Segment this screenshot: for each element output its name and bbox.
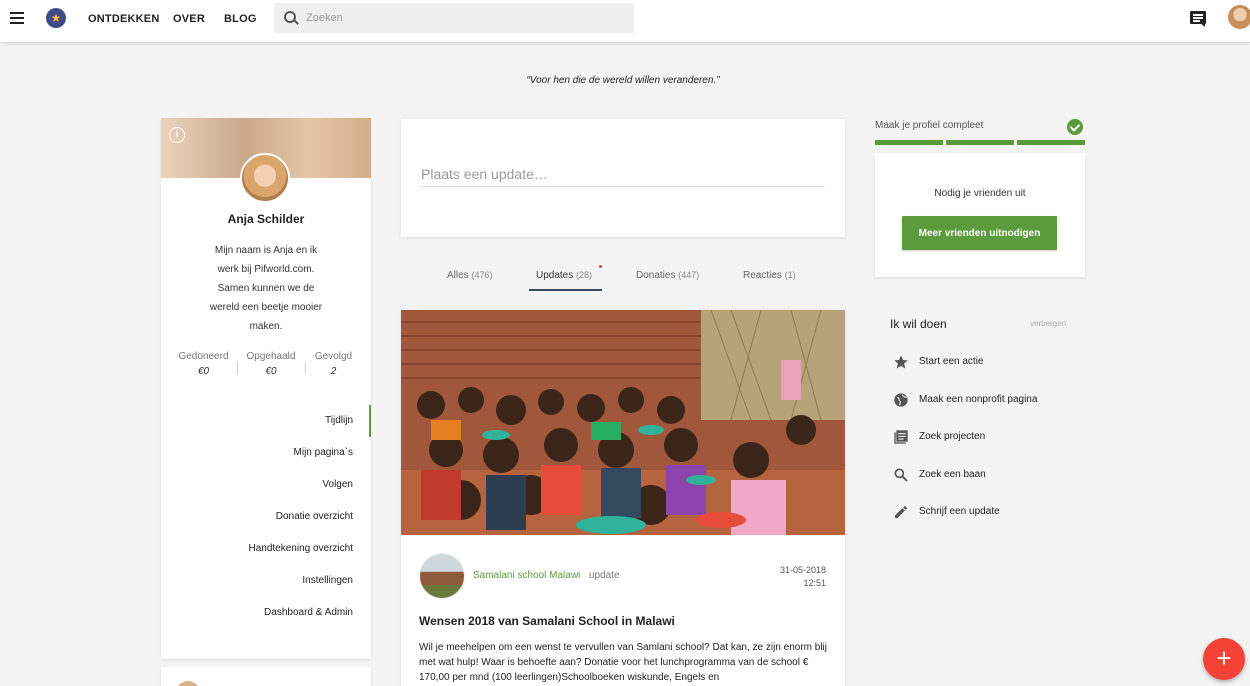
action-zoek-baan[interactable]: Zoek een baan — [890, 463, 1085, 487]
globe-icon — [894, 393, 908, 407]
post-date: 31-05-2018 — [779, 565, 826, 575]
pencil-icon — [895, 506, 907, 518]
invite-friends-button[interactable]: Meer vrienden uitnodigen — [902, 216, 1057, 250]
stat-value: 2 — [330, 366, 337, 377]
stat-raised: Opgehaald €0 — [243, 351, 299, 377]
menu-item-dashboard-admin[interactable]: Dashboard & Admin — [161, 597, 371, 629]
action-label: Start een actie — [919, 356, 984, 367]
menu-item-instellingen[interactable]: Instellingen — [161, 565, 371, 597]
tab-alles[interactable]: Alles (476) — [447, 270, 492, 281]
update-composer — [401, 119, 845, 237]
stat-divider — [305, 362, 306, 374]
post-body: Wil je meehelpen om een wenst te vervull… — [419, 642, 827, 683]
post-title[interactable]: Wensen 2018 van Samalani School in Malaw… — [419, 614, 675, 628]
profile-bio: Mijn naam is Anja en ik werk bij Pifworl… — [209, 245, 323, 332]
stat-divider — [237, 362, 238, 374]
tab-label: Alles — [447, 270, 469, 281]
nav-ontdekken[interactable]: ONTDEKKEN — [88, 13, 159, 25]
tab-count: (28) — [576, 270, 593, 280]
search-bar — [274, 3, 634, 33]
actions-title: Ik wil doen — [890, 317, 947, 331]
tab-count: (1) — [784, 270, 796, 280]
profile-menu: Tijdlijn Mijn pagina`s Volgen Donatie ov… — [161, 405, 371, 629]
action-label: Zoek projecten — [919, 431, 986, 442]
tab-reacties[interactable]: Reacties (1) — [743, 270, 796, 281]
secondary-card — [161, 667, 371, 686]
stat-label: Opgehaald — [246, 351, 296, 362]
messages-icon[interactable] — [1190, 11, 1206, 27]
profile-completion-label: Maak je profiel compleet — [875, 120, 984, 131]
info-icon[interactable]: i — [169, 127, 185, 143]
profile-card: i Anja Schilder Mijn naam is Anja en ik … — [161, 118, 371, 659]
search-icon — [894, 468, 908, 482]
progress-segment — [1017, 140, 1085, 145]
action-zoek-projecten[interactable]: Zoek projecten — [890, 425, 1085, 449]
action-schrijf-update[interactable]: Schrijf een update — [890, 500, 1085, 524]
action-label: Zoek een baan — [919, 469, 986, 480]
invite-text: Nodig je vrienden uit — [934, 188, 1026, 199]
post-time: 12:51 — [803, 578, 826, 588]
action-label: Maak een nonprofit pagina — [919, 394, 1038, 405]
tab-count: (476) — [471, 270, 493, 280]
stat-value: €0 — [265, 366, 277, 377]
list-icon — [894, 430, 908, 444]
menu-item-volgen[interactable]: Volgen — [161, 469, 371, 501]
active-tab-indicator — [529, 289, 602, 291]
action-start-actie[interactable]: Start een actie — [890, 350, 1085, 374]
action-nonprofit-pagina[interactable]: Maak een nonprofit pagina — [890, 388, 1085, 412]
stat-value: €0 — [197, 366, 210, 377]
invite-card: Nodig je vrienden uit Meer vrienden uitn… — [875, 153, 1085, 277]
tab-count: (447) — [678, 270, 700, 280]
tab-label: Updates — [536, 270, 574, 281]
tab-label: Reacties — [743, 270, 782, 281]
post-org-link[interactable]: Samalani school Malawi — [473, 570, 580, 581]
profile-stats: Gedoneerd €0 Opgehaald €0 Gevolgd 2 — [171, 351, 361, 381]
check-circle-icon — [1067, 119, 1083, 135]
avatar — [176, 681, 200, 686]
menu-item-handtekening-overzicht[interactable]: Handtekening overzicht — [161, 533, 371, 565]
stat-followed: Gevolgd 2 — [311, 351, 356, 377]
add-button[interactable]: + — [1203, 638, 1245, 680]
menu-item-mijn-paginas[interactable]: Mijn pagina`s — [161, 437, 371, 469]
stat-donated: Gedoneerd €0 — [176, 351, 231, 377]
profile-name: Anja Schilder — [227, 212, 305, 226]
menu-icon[interactable] — [10, 12, 24, 24]
tagline: “Voor hen die de wereld willen verandere… — [526, 75, 720, 86]
post-card: Samalani school Malawi update 31-05-2018… — [401, 310, 845, 686]
tab-updates[interactable]: Updates (28) — [536, 270, 592, 281]
post-photo[interactable] — [401, 310, 845, 535]
post-type: update — [589, 570, 620, 581]
menu-item-donatie-overzicht[interactable]: Donatie overzicht — [161, 501, 371, 533]
menu-item-tijdlijn[interactable]: Tijdlijn — [161, 405, 371, 437]
progress-segment — [946, 140, 1014, 145]
org-avatar[interactable] — [419, 553, 465, 599]
update-input[interactable] — [421, 161, 825, 187]
progress-segment — [875, 140, 943, 145]
hide-actions-link[interactable]: verbergen — [1030, 319, 1066, 328]
profile-avatar[interactable] — [240, 153, 290, 203]
tab-label: Donaties — [636, 270, 676, 281]
star-icon — [894, 355, 908, 369]
tab-donaties[interactable]: Donaties (447) — [636, 270, 699, 281]
top-bar: ★ ONTDEKKEN OVER BLOG — [0, 0, 1250, 43]
search-icon — [284, 11, 297, 24]
stat-label: Gedoneerd — [178, 351, 229, 362]
nav-over[interactable]: OVER — [173, 13, 205, 25]
pifworld-logo[interactable]: ★ — [46, 8, 66, 28]
stat-label: Gevolgd — [314, 351, 353, 362]
post-timestamp: 31-05-2018 12:51 — [751, 564, 826, 590]
feed-tabs: Alles (476) Updates (28) Donaties (447) … — [401, 262, 845, 292]
user-avatar[interactable] — [1228, 5, 1250, 29]
new-indicator-dot — [599, 265, 602, 268]
action-label: Schrijf een update — [919, 506, 1000, 517]
nav-blog[interactable]: BLOG — [224, 13, 257, 25]
search-input[interactable] — [306, 3, 626, 33]
